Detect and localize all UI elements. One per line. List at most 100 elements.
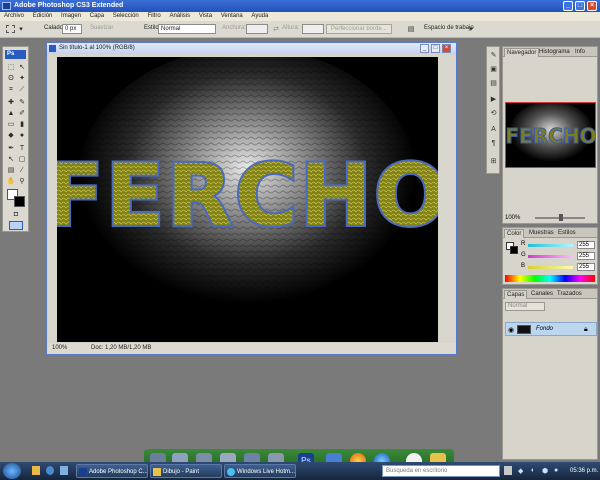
blur-icon[interactable]: ◆ xyxy=(6,131,16,140)
path-select-icon[interactable]: ↖ xyxy=(6,155,16,164)
layer-comps-icon[interactable]: ▤ xyxy=(489,79,498,88)
messenger-tray-icon[interactable]: ● xyxy=(554,467,558,474)
notes-icon[interactable]: ▤ xyxy=(6,166,16,175)
taskbar-item-paint[interactable]: Dibujo - Paint xyxy=(150,464,222,478)
type-icon[interactable]: T xyxy=(17,144,27,153)
channel-slider[interactable] xyxy=(528,244,573,247)
gradient-icon[interactable]: ▮ xyxy=(17,120,27,129)
start-button[interactable] xyxy=(3,463,21,479)
channel-slider[interactable] xyxy=(528,255,573,258)
navigator-thumbnail: FERCHO xyxy=(506,103,595,165)
brushes-icon[interactable]: ✎ xyxy=(489,51,498,60)
clone-source-icon[interactable]: ⊞ xyxy=(489,157,498,166)
navigator-zoom[interactable]: 100% xyxy=(505,213,520,223)
tab-info[interactable]: Info xyxy=(573,48,587,57)
eyedropper-icon[interactable]: ⁄ xyxy=(17,166,27,175)
eye-icon[interactable]: ◉ xyxy=(508,326,514,334)
shape-icon[interactable]: ▢ xyxy=(17,155,27,164)
tab-capas[interactable]: Capas xyxy=(504,290,528,299)
marquee-tool-icon[interactable] xyxy=(6,25,15,33)
history-icon[interactable]: ⟲ xyxy=(489,109,498,118)
eraser-icon[interactable]: ▭ xyxy=(6,120,16,129)
refine-edge-button[interactable]: Perfeccionar borde... xyxy=(326,24,392,34)
brush-icon[interactable]: ✎ xyxy=(17,98,27,107)
desktop-search-input[interactable]: Búsqueda en escritorio xyxy=(382,465,500,477)
marquee-icon[interactable]: ⬚ xyxy=(6,63,16,72)
channel-slider[interactable] xyxy=(528,266,573,269)
layer-row[interactable]: ◉ Fondo 🔒︎ xyxy=(505,322,597,336)
actions-icon[interactable]: ▶ xyxy=(489,95,498,104)
channel-value[interactable]: 255 xyxy=(577,241,595,249)
healing-icon[interactable]: ✚ xyxy=(6,98,16,107)
search-icon[interactable] xyxy=(504,466,512,475)
hand-icon[interactable]: ✋ xyxy=(6,177,16,186)
chevron-down-icon[interactable]: ▾ xyxy=(466,25,476,34)
zoom-slider-thumb[interactable] xyxy=(559,214,563,221)
tab-color[interactable]: Color xyxy=(504,229,525,238)
background-color-swatch[interactable] xyxy=(14,196,25,207)
menu-analisis[interactable]: Análisis xyxy=(169,13,190,19)
magic-wand-icon[interactable]: ✦ xyxy=(17,74,27,83)
dodge-icon[interactable]: ● xyxy=(17,131,27,140)
lasso-icon[interactable]: ʘ xyxy=(6,74,16,83)
menu-vista[interactable]: Vista xyxy=(199,13,212,19)
tab-estilos[interactable]: Estilos xyxy=(556,229,578,238)
slice-icon[interactable]: ⟋ xyxy=(17,85,27,94)
tab-canales[interactable]: Canales xyxy=(529,290,555,299)
doc-minimize-button[interactable]: _ xyxy=(420,44,429,53)
ie-quick-icon[interactable] xyxy=(46,466,54,475)
tab-histograma[interactable]: Histograma xyxy=(537,48,572,57)
color-bg-swatch[interactable] xyxy=(510,246,518,254)
blend-mode-select[interactable]: Normal xyxy=(505,302,545,311)
zoom-icon[interactable]: ⚲ xyxy=(17,177,27,186)
menu-edicion[interactable]: Edición xyxy=(33,13,53,19)
pen-icon[interactable]: ✒ xyxy=(6,144,16,153)
stamp-icon[interactable]: ▲ xyxy=(6,109,16,118)
tab-navegador[interactable]: Navegador xyxy=(504,48,540,57)
maximize-button[interactable]: □ xyxy=(575,1,585,11)
document-zoom[interactable]: 100% xyxy=(52,343,67,354)
tab-trazados[interactable]: Trazados xyxy=(555,290,584,299)
taskbar-item-hotmail[interactable]: Windows Live Hotm... xyxy=(224,464,296,478)
color-spectrum-bar[interactable] xyxy=(505,275,595,282)
character-icon[interactable]: A xyxy=(489,125,498,134)
paragraph-icon[interactable]: ¶ xyxy=(489,139,498,148)
chevron-down-icon[interactable]: ▾ xyxy=(16,25,26,34)
swap-icon[interactable]: ⇄ xyxy=(271,25,281,34)
screen-mode-icon[interactable] xyxy=(9,221,23,230)
menu-ayuda[interactable]: Ayuda xyxy=(251,13,268,19)
feather-input[interactable]: 0 px xyxy=(62,24,82,34)
tab-muestras[interactable]: Muestras xyxy=(527,229,556,238)
menu-ventana[interactable]: Ventana xyxy=(221,13,243,19)
menu-seleccion[interactable]: Selección xyxy=(113,13,139,19)
menu-imagen[interactable]: Imagen xyxy=(61,13,81,19)
quick-mask-icon[interactable]: ◘ xyxy=(11,210,21,219)
taskbar-item-photoshop[interactable]: Adobe Photoshop C... xyxy=(76,464,148,478)
security-tray-icon[interactable]: ⬢ xyxy=(542,467,548,475)
menu-filtro[interactable]: Filtro xyxy=(147,13,160,19)
explorer-quick-icon[interactable] xyxy=(32,466,40,475)
clock[interactable]: 05:36 p.m. xyxy=(570,465,598,477)
tool-presets-icon[interactable]: ▣ xyxy=(489,65,498,74)
channel-value[interactable]: 255 xyxy=(577,252,595,260)
close-button[interactable]: × xyxy=(587,1,597,11)
volume-tray-icon[interactable]: ◖ xyxy=(530,467,534,474)
doc-maximize-button[interactable]: □ xyxy=(431,44,440,53)
doc-close-button[interactable]: × xyxy=(442,44,451,53)
move-icon[interactable]: ↖ xyxy=(17,63,27,72)
menu-archivo[interactable]: Archivo xyxy=(4,13,24,19)
history-brush-icon[interactable]: ✐ xyxy=(17,109,27,118)
network-tray-icon[interactable]: ◆ xyxy=(518,467,523,475)
crop-icon[interactable]: ⌗ xyxy=(6,85,16,94)
style-select[interactable]: Normal xyxy=(158,24,216,34)
desktop-quick-icon[interactable] xyxy=(60,466,68,475)
antialias-checkbox-label[interactable]: Suavizar xyxy=(90,25,113,31)
minimize-button[interactable]: _ xyxy=(563,1,573,11)
channel-value[interactable]: 255 xyxy=(577,263,595,271)
navigator-preview[interactable]: FERCHO xyxy=(505,102,596,168)
menu-capa[interactable]: Capa xyxy=(90,13,104,19)
height-input[interactable] xyxy=(302,24,324,34)
width-input[interactable] xyxy=(246,24,268,34)
color-channel-r: R 255 xyxy=(521,241,597,250)
canvas[interactable]: FERCHO xyxy=(57,57,438,342)
